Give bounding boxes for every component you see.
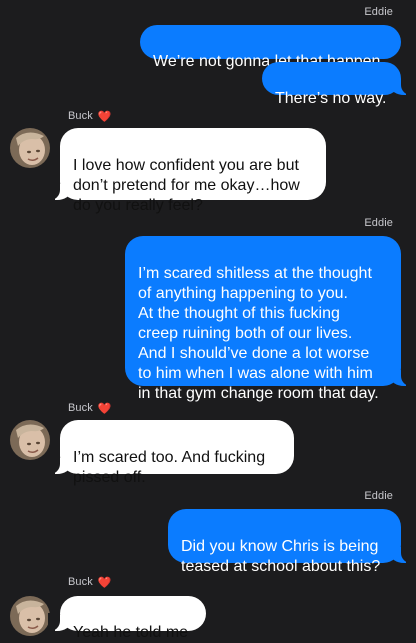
message-bubble-incoming[interactable]: I’m scared too. And fucking pissed off.: [48, 420, 294, 486]
sender-label-buck: Buck ❤️: [68, 110, 112, 123]
message-bubble-incoming[interactable]: I love how confident you are but don’t p…: [48, 128, 326, 214]
message-text: I’m scared shitless at the thought of an…: [138, 265, 379, 402]
message-bubble-outgoing[interactable]: I’m scared shitless at the thought of an…: [125, 236, 413, 402]
heart-icon: ❤️: [97, 577, 112, 589]
message-text: I’m scared too. And fucking pissed off.: [73, 449, 266, 486]
sender-label-eddie: Eddie: [364, 490, 393, 502]
avatar-photo-icon: [10, 128, 50, 168]
contact-avatar[interactable]: [10, 128, 50, 168]
sender-name: Eddie: [364, 217, 393, 229]
avatar-photo-icon: [10, 596, 50, 636]
message-bubble-outgoing[interactable]: We’re not gonna let that happen.: [140, 25, 401, 70]
avatar-photo-icon: [10, 420, 50, 460]
sender-name: Buck: [68, 576, 93, 588]
message-bubble-outgoing[interactable]: There’s no way.: [262, 62, 413, 107]
sender-label-eddie: Eddie: [364, 217, 393, 229]
message-text: Did you know Chris is being teased at sc…: [181, 538, 381, 575]
sender-label-buck: Buck ❤️: [68, 402, 112, 415]
contact-avatar[interactable]: [10, 596, 50, 636]
sender-label-eddie: Eddie: [364, 6, 393, 18]
sender-name: Buck: [68, 110, 93, 122]
sender-name: Buck: [68, 402, 93, 414]
sender-name: Eddie: [364, 490, 393, 502]
sender-name: Eddie: [364, 6, 393, 18]
message-text: There’s no way.: [275, 90, 387, 107]
heart-icon: ❤️: [97, 403, 112, 415]
message-text: I love how confident you are but don’t p…: [73, 157, 300, 214]
message-bubble-incoming[interactable]: Yeah he told me: [48, 596, 206, 641]
message-bubble-outgoing[interactable]: Did you know Chris is being teased at sc…: [168, 509, 413, 575]
sender-label-buck: Buck ❤️: [68, 576, 112, 589]
message-text: Yeah he told me: [73, 624, 189, 641]
heart-icon: ❤️: [97, 111, 112, 123]
contact-avatar[interactable]: [10, 420, 50, 460]
